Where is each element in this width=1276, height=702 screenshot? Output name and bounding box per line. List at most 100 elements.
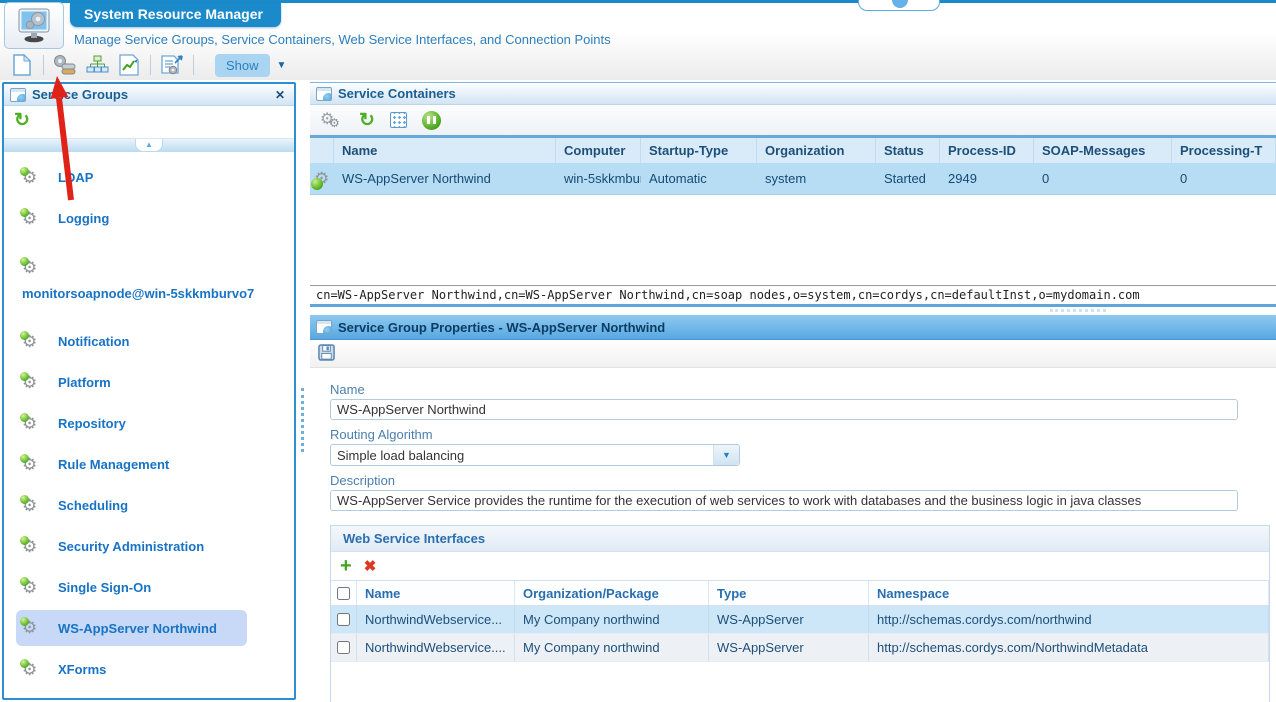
refresh-icon[interactable]: ↻ (359, 111, 375, 130)
save-floppy-icon (318, 343, 335, 361)
sidebar-item-ws-appserver-northwind[interactable]: ⚙ WS-AppServer Northwind (16, 610, 247, 646)
scroll-up-icon[interactable]: ▲ (135, 139, 163, 152)
sidebar-item-single-sign-on[interactable]: ⚙ Single Sign-On (4, 567, 294, 608)
chevron-down-icon[interactable]: ▼ (713, 445, 739, 465)
wsi-cell-name: NorthwindWebservice... (357, 606, 515, 633)
dn-status-bar: cn=WS-AppServer Northwind,cn=WS-AppServe… (310, 285, 1276, 307)
grid-view-icon[interactable] (389, 112, 407, 128)
service-containers-title: Service Containers (338, 86, 456, 101)
list-scroll-up-strip[interactable]: ▲ (4, 138, 294, 152)
wsi-cell-org: My Company northwind (515, 606, 709, 633)
column-header-processing-time[interactable]: Processing-T (1172, 138, 1276, 163)
name-label: Name (330, 382, 365, 397)
wsi-column-organization-package[interactable]: Organization/Package (515, 581, 709, 605)
service-containers-header: Service Containers (310, 83, 1276, 105)
wsi-table-row[interactable]: NorthwindWebservice.... My Company north… (331, 634, 1269, 662)
window-icon (10, 87, 26, 102)
service-groups-toolbar: ↻ (4, 106, 294, 134)
configure-gears-icon[interactable]: ⚙ ⚙ (320, 109, 344, 131)
org-hierarchy-button[interactable] (81, 52, 113, 78)
sidebar-item-ldap[interactable]: ⚙ LDAP (4, 157, 294, 198)
toolbar-separator (193, 55, 194, 75)
service-group-icon: ⚙ (20, 535, 38, 556)
new-document-button[interactable] (6, 52, 38, 78)
delete-interface-button[interactable]: ✖ (364, 559, 377, 574)
service-group-icon: ⚙ (20, 371, 38, 392)
service-group-icon: ⚙ (20, 494, 38, 515)
wsi-column-namespace[interactable]: Namespace (869, 581, 1269, 605)
sidebar-item-security-administration[interactable]: ⚙ Security Administration (4, 526, 294, 567)
show-button[interactable]: Show (215, 53, 270, 77)
add-interface-button[interactable]: + (340, 556, 352, 576)
column-header-startup-type[interactable]: Startup-Type (641, 138, 757, 163)
sidebar-item-rule-management[interactable]: ⚙ Rule Management (4, 444, 294, 485)
icon-column-header[interactable] (310, 138, 334, 163)
wsi-table-row[interactable]: NorthwindWebservice... My Company northw… (331, 606, 1269, 634)
description-label: Description (330, 473, 396, 488)
vertical-splitter[interactable] (296, 82, 310, 700)
show-dropdown-caret-icon[interactable]: ▼ (277, 60, 287, 71)
routing-algorithm-select[interactable]: Simple load balancing ▼ (330, 444, 740, 466)
horizontal-splitter-handle[interactable] (1050, 309, 1106, 313)
wsi-cell-org: My Company northwind (515, 634, 709, 661)
sidebar-item-logging[interactable]: ⚙ Logging (4, 198, 294, 239)
column-header-organization[interactable]: Organization (757, 138, 876, 163)
app-title-tab: System Resource Manager (70, 3, 281, 27)
web-service-interfaces-group: Web Service Interfaces + ✖ Name Organiza… (330, 525, 1270, 702)
column-header-process-id[interactable]: Process-ID (940, 138, 1034, 163)
cell-status: Started (884, 171, 926, 186)
service-group-icon: ⚙ (20, 453, 38, 474)
column-header-soap-messages[interactable]: SOAP-Messages (1034, 138, 1172, 163)
service-container-button[interactable] (49, 52, 81, 78)
container-status-icon: ⚙ (310, 163, 334, 194)
wsi-cell-namespace: http://schemas.cordys.com/NorthwindMetad… (869, 634, 1269, 661)
report-button[interactable] (113, 52, 145, 78)
main-toolbar: Show ▼ (6, 51, 286, 79)
window-icon (316, 86, 332, 101)
service-groups-list: ⚙ LDAP ⚙ Logging ⚙ monitorsoapnode@win-5… (4, 152, 294, 698)
service-containers-toolbar: ⚙ ⚙ ↻ (310, 105, 1276, 135)
refresh-icon[interactable]: ↻ (14, 111, 30, 130)
name-input[interactable] (330, 399, 1238, 420)
column-header-status[interactable]: Status (876, 138, 940, 163)
wsi-column-name[interactable]: Name (357, 581, 515, 605)
web-services-button[interactable] (156, 52, 188, 78)
sidebar-item-xforms[interactable]: ⚙ XForms (4, 649, 294, 690)
sidebar-item-scheduling[interactable]: ⚙ Scheduling (4, 485, 294, 526)
wsi-table-header-row: Name Organization/Package Type Namespace (331, 580, 1269, 606)
monitor-gear-icon (18, 8, 50, 42)
close-panel-button[interactable]: ✕ (272, 88, 288, 102)
select-all-checkbox[interactable] (337, 586, 350, 600)
table-row-ws-appserver-northwind[interactable]: ⚙ WS-AppServer Northwind win-5skkmbur Au… (310, 163, 1276, 195)
properties-header: Service Group Properties - WS-AppServer … (310, 315, 1276, 340)
wsi-column-type[interactable]: Type (709, 581, 869, 605)
pause-container-button[interactable] (421, 110, 441, 130)
cell-soap-messages: 0 (1042, 171, 1050, 186)
description-input[interactable] (330, 490, 1238, 511)
wsi-cell-name: NorthwindWebservice.... (357, 634, 515, 661)
report-chart-icon (119, 54, 139, 76)
save-button[interactable] (318, 343, 335, 364)
row-checkbox[interactable] (337, 613, 350, 626)
service-groups-title: Service Groups (32, 87, 129, 102)
top-collapse-tab[interactable] (858, 0, 940, 11)
wsi-cell-type: WS-AppServer (709, 634, 869, 661)
row-checkbox[interactable] (337, 641, 350, 654)
cell-startup-type: Automatic (649, 171, 707, 186)
cell-process-id: 2949 (948, 171, 977, 186)
column-header-name[interactable]: Name (334, 138, 556, 163)
column-header-computer[interactable]: Computer (556, 138, 641, 163)
vertical-splitter-handle[interactable] (301, 388, 304, 452)
sidebar-item-platform[interactable]: ⚙ Platform (4, 362, 294, 403)
wsi-cell-type: WS-AppServer (709, 606, 869, 633)
sidebar-item-repository[interactable]: ⚙ Repository (4, 403, 294, 444)
collapse-knob-icon (892, 0, 908, 8)
sidebar-item-monitorsoapnode[interactable]: ⚙ monitorsoapnode@win-5skkmburvo7 (4, 239, 294, 321)
app-title: System Resource Manager (84, 6, 263, 22)
top-header: System Resource Manager Manage Service G… (0, 0, 1276, 80)
service-groups-header: Service Groups ✕ (4, 84, 294, 106)
sidebar-item-notification[interactable]: ⚙ Notification (4, 321, 294, 362)
service-group-properties-panel: Service Group Properties - WS-AppServer … (310, 315, 1276, 702)
service-group-icon: ⚙ (20, 658, 38, 679)
cell-processing-time: 0 (1180, 171, 1188, 186)
